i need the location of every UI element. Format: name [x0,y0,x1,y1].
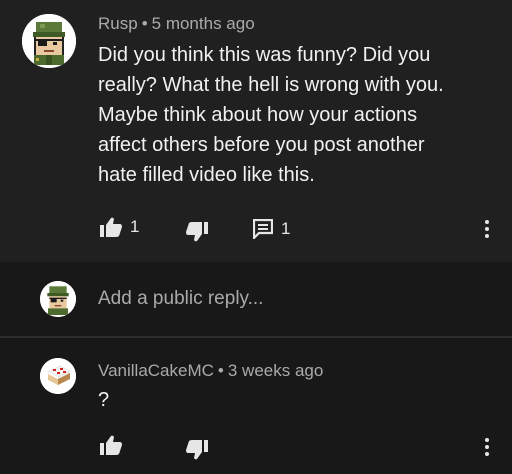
comment-timestamp[interactable]: 5 months ago [152,14,255,33]
reply-count: 1 [281,219,291,238]
reply-input[interactable] [98,286,478,312]
comment-author[interactable]: Rusp [98,14,138,33]
more-vertical-icon [485,438,489,442]
like-count: 1 [130,217,140,236]
comment-text-line: Maybe think about how your actions [98,104,418,126]
like-button[interactable]: 1 [100,217,139,237]
more-vertical-icon [485,220,489,224]
reply-timestamp[interactable]: 3 weeks ago [228,361,323,380]
cake-avatar-icon [40,358,76,394]
meta-separator: • [217,361,224,380]
avatar[interactable] [22,14,76,68]
reply-author[interactable]: VanillaCakeMC [98,361,214,380]
thumbs-down-icon [186,440,208,460]
reply-composer [0,262,512,336]
comment-text-line: hate filled video like this. [98,164,315,186]
thumbs-up-icon [100,217,122,237]
comment-meta: Rusp • 5 months ago [98,14,255,34]
comment-bubble-icon [253,219,273,239]
reply-avatar[interactable] [40,358,76,394]
reply-menu-button[interactable] [481,438,493,459]
comment-menu-button[interactable] [481,220,493,241]
reply-item: VanillaCakeMC • 3 weeks ago ? [0,338,512,474]
reply-dislike-button[interactable] [186,440,208,460]
dislike-button[interactable] [186,222,208,242]
reply-text: ? [98,385,109,415]
reply-meta: VanillaCakeMC • 3 weeks ago [98,361,323,381]
pixel-soldier-avatar-icon [40,281,76,317]
comments-panel: Rusp • 5 months ago Did you think this was… [0,0,512,474]
current-user-avatar [40,281,76,317]
comment-thread: Rusp • 5 months ago Did you think this was… [0,0,512,262]
comment-text-line: affect others before you post another [98,134,425,156]
thumbs-down-icon [186,222,208,242]
comment-text-line: Did you think this was funny? Did you [98,44,431,66]
comment-text-line: really? What the hell is wrong with you. [98,74,444,96]
reply-like-button[interactable] [100,435,122,455]
reply-text-line: ? [98,389,110,411]
meta-separator: • [141,14,148,33]
thumbs-up-icon [100,435,122,455]
pixel-soldier-avatar-icon [22,14,76,68]
comment-text: Did you think this was funny? Did you re… [98,40,444,190]
replies-button[interactable]: 1 [253,219,290,239]
